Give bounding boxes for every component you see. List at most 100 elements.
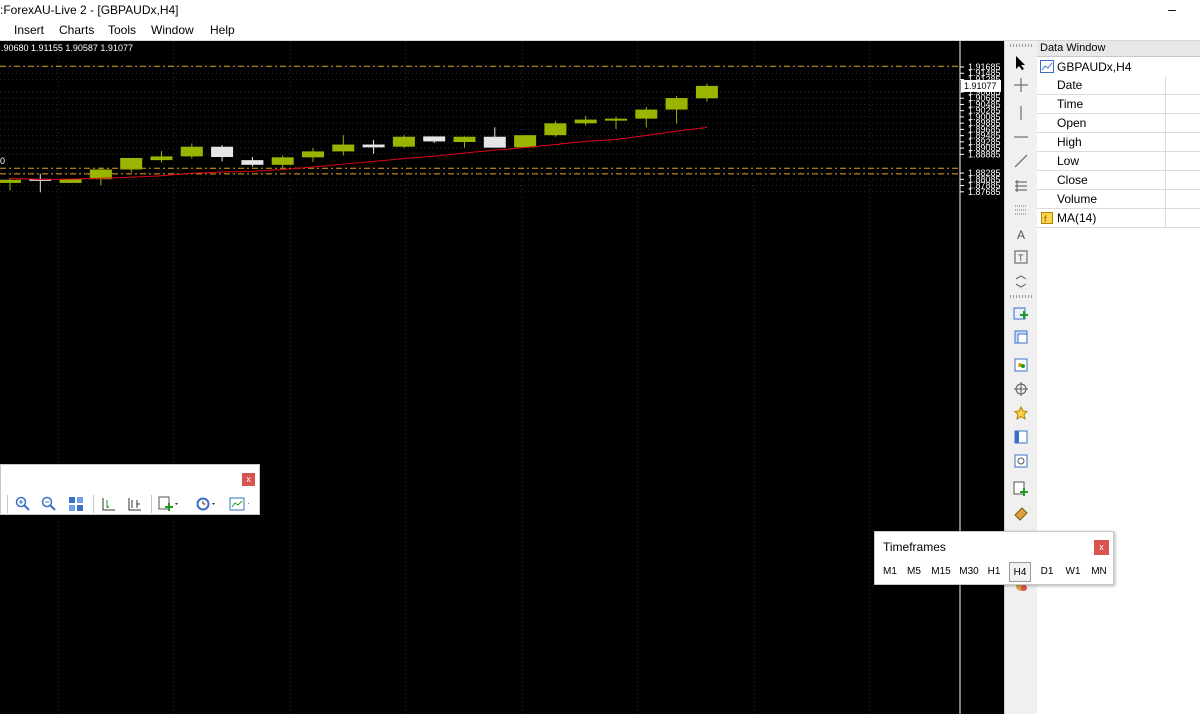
channel-icon[interactable] xyxy=(1010,201,1032,221)
timeframe-d1[interactable]: D1 xyxy=(1035,562,1059,582)
tile-windows-icon[interactable] xyxy=(66,495,86,513)
price-label: 1.88885 xyxy=(968,149,1001,159)
chart-window-icon xyxy=(1040,60,1054,73)
data-row-value xyxy=(1165,133,1200,151)
data-row-label: Close xyxy=(1057,173,1088,187)
timeframe-m5[interactable]: M5 xyxy=(902,562,926,582)
data-row-value xyxy=(1165,152,1200,170)
window-title: :ForexAU-Live 2 - [GBPAUDx,H4] xyxy=(0,3,179,17)
candle-body xyxy=(544,123,567,136)
favorites-icon[interactable] xyxy=(1010,403,1032,423)
tester-icon[interactable] xyxy=(1010,451,1032,471)
toolbar-separator xyxy=(93,495,94,513)
menu-bar: Insert Charts Tools Window Help xyxy=(0,21,1200,41)
timeframes-title: Timeframes xyxy=(883,540,946,554)
data-row-volume[interactable]: Volume xyxy=(1037,190,1200,209)
timeframe-m1[interactable]: M1 xyxy=(878,562,902,582)
menu-charts[interactable]: Charts xyxy=(59,23,94,37)
price-label: 1.87685 xyxy=(968,187,1001,197)
vertical-line-icon[interactable] xyxy=(1010,103,1032,123)
data-row-value xyxy=(1165,95,1200,113)
candle-body xyxy=(241,160,264,165)
data-row-indicator[interactable]: f MA(14) xyxy=(1037,209,1200,228)
candle-body xyxy=(514,135,537,148)
market-watch-icon[interactable] xyxy=(1010,355,1032,375)
fibonacci-icon[interactable] xyxy=(1010,176,1032,196)
data-window-title: Data Window xyxy=(1040,42,1106,54)
timeframe-m30[interactable]: M30 xyxy=(955,562,983,582)
toolbar-grip-2[interactable] xyxy=(1010,295,1032,298)
horizontal-line-icon[interactable] xyxy=(1010,127,1032,147)
data-window-symbol: GBPAUDx,H4 xyxy=(1057,59,1132,74)
menu-window[interactable]: Window xyxy=(151,23,194,37)
trendline-icon[interactable] xyxy=(1010,151,1032,171)
svg-text:A: A xyxy=(1017,228,1025,242)
data-row-label: Low xyxy=(1057,154,1080,168)
zoom-out-icon[interactable] xyxy=(39,495,59,513)
chart-shift-icon[interactable] xyxy=(125,495,145,513)
current-price-label: 1.91077 xyxy=(964,81,997,91)
data-row-label: High xyxy=(1057,135,1082,149)
candle-body xyxy=(574,119,597,124)
menu-help[interactable]: Help xyxy=(210,23,235,37)
candle-body xyxy=(180,146,203,157)
navigator-icon[interactable] xyxy=(1010,379,1032,399)
text-icon[interactable]: A xyxy=(1010,224,1032,244)
drawing-toolbar: A T xyxy=(1004,41,1038,714)
data-row-date[interactable]: Date xyxy=(1037,76,1200,95)
candle-body xyxy=(332,144,355,152)
toolbar-grip[interactable] xyxy=(1010,44,1032,47)
candle-body xyxy=(0,179,21,183)
timeframes-close-button[interactable]: x xyxy=(1094,540,1109,555)
data-row-label: Time xyxy=(1057,97,1084,111)
text-label-icon[interactable]: T xyxy=(1010,247,1032,267)
menu-insert[interactable]: Insert xyxy=(14,23,44,37)
timeframe-h1[interactable]: H1 xyxy=(983,562,1005,582)
arrows-icon[interactable] xyxy=(1010,271,1032,291)
timeframe-mn[interactable]: MN xyxy=(1087,562,1111,582)
timeframes-toolbar: Timeframes x M1 M5 M15 M30 H1 H4 D1 W1 M… xyxy=(874,531,1114,585)
data-row-low[interactable]: Low xyxy=(1037,152,1200,171)
charts-toolbar-close-button[interactable]: x xyxy=(242,473,255,486)
price-chart[interactable]: 1.916851.914851.912851.908851.906851.904… xyxy=(0,41,1004,714)
auto-scroll-icon[interactable] xyxy=(99,495,119,513)
candle-body xyxy=(302,151,324,158)
data-row-close[interactable]: Close xyxy=(1037,171,1200,190)
eraser-icon[interactable] xyxy=(1010,503,1032,523)
terminal-icon[interactable] xyxy=(1010,427,1032,447)
templates-dropdown-icon[interactable] xyxy=(229,495,249,513)
level-label: 0 xyxy=(0,156,5,166)
candle-body xyxy=(605,118,627,121)
timeframe-m15[interactable]: M15 xyxy=(927,562,955,582)
cursor-icon[interactable] xyxy=(1010,53,1032,73)
timeframe-h4[interactable]: H4 xyxy=(1009,562,1031,582)
data-row-open[interactable]: Open xyxy=(1037,114,1200,133)
candle-body xyxy=(362,144,385,148)
candle-body xyxy=(211,146,234,158)
chart-canvas[interactable]: 1.916851.914851.912851.908851.906851.904… xyxy=(0,41,1004,714)
add-indicator-icon[interactable] xyxy=(1010,479,1032,499)
toolbar-separator xyxy=(7,495,8,513)
data-window-panel: Data Window GBPAUDx,H4 Date Time Open Hi… xyxy=(1037,41,1200,714)
minimize-button[interactable]: – xyxy=(1162,2,1182,18)
candle-body xyxy=(453,136,476,143)
data-row-value xyxy=(1165,209,1200,227)
data-row-label: Open xyxy=(1057,116,1087,130)
charts-toolbar: x xyxy=(0,464,260,515)
timeframe-w1[interactable]: W1 xyxy=(1061,562,1085,582)
data-row-time[interactable]: Time xyxy=(1037,95,1200,114)
data-row-label: Date xyxy=(1057,78,1083,92)
new-chart-icon[interactable] xyxy=(1010,303,1032,323)
candle-body xyxy=(150,156,173,161)
data-row-high[interactable]: High xyxy=(1037,133,1200,152)
periods-dropdown-icon[interactable] xyxy=(195,495,215,513)
menu-tools[interactable]: Tools xyxy=(108,23,136,37)
data-row-value xyxy=(1165,114,1200,132)
data-row-value xyxy=(1165,171,1200,189)
crosshair-icon[interactable] xyxy=(1010,75,1032,95)
profiles-icon[interactable] xyxy=(1010,327,1032,347)
zoom-in-icon[interactable] xyxy=(13,495,33,513)
indicators-dropdown-icon[interactable] xyxy=(158,495,178,513)
candle-body xyxy=(120,157,143,170)
ohlc-readout: .90680 1.91155 1.90587 1.91077 xyxy=(1,43,133,53)
